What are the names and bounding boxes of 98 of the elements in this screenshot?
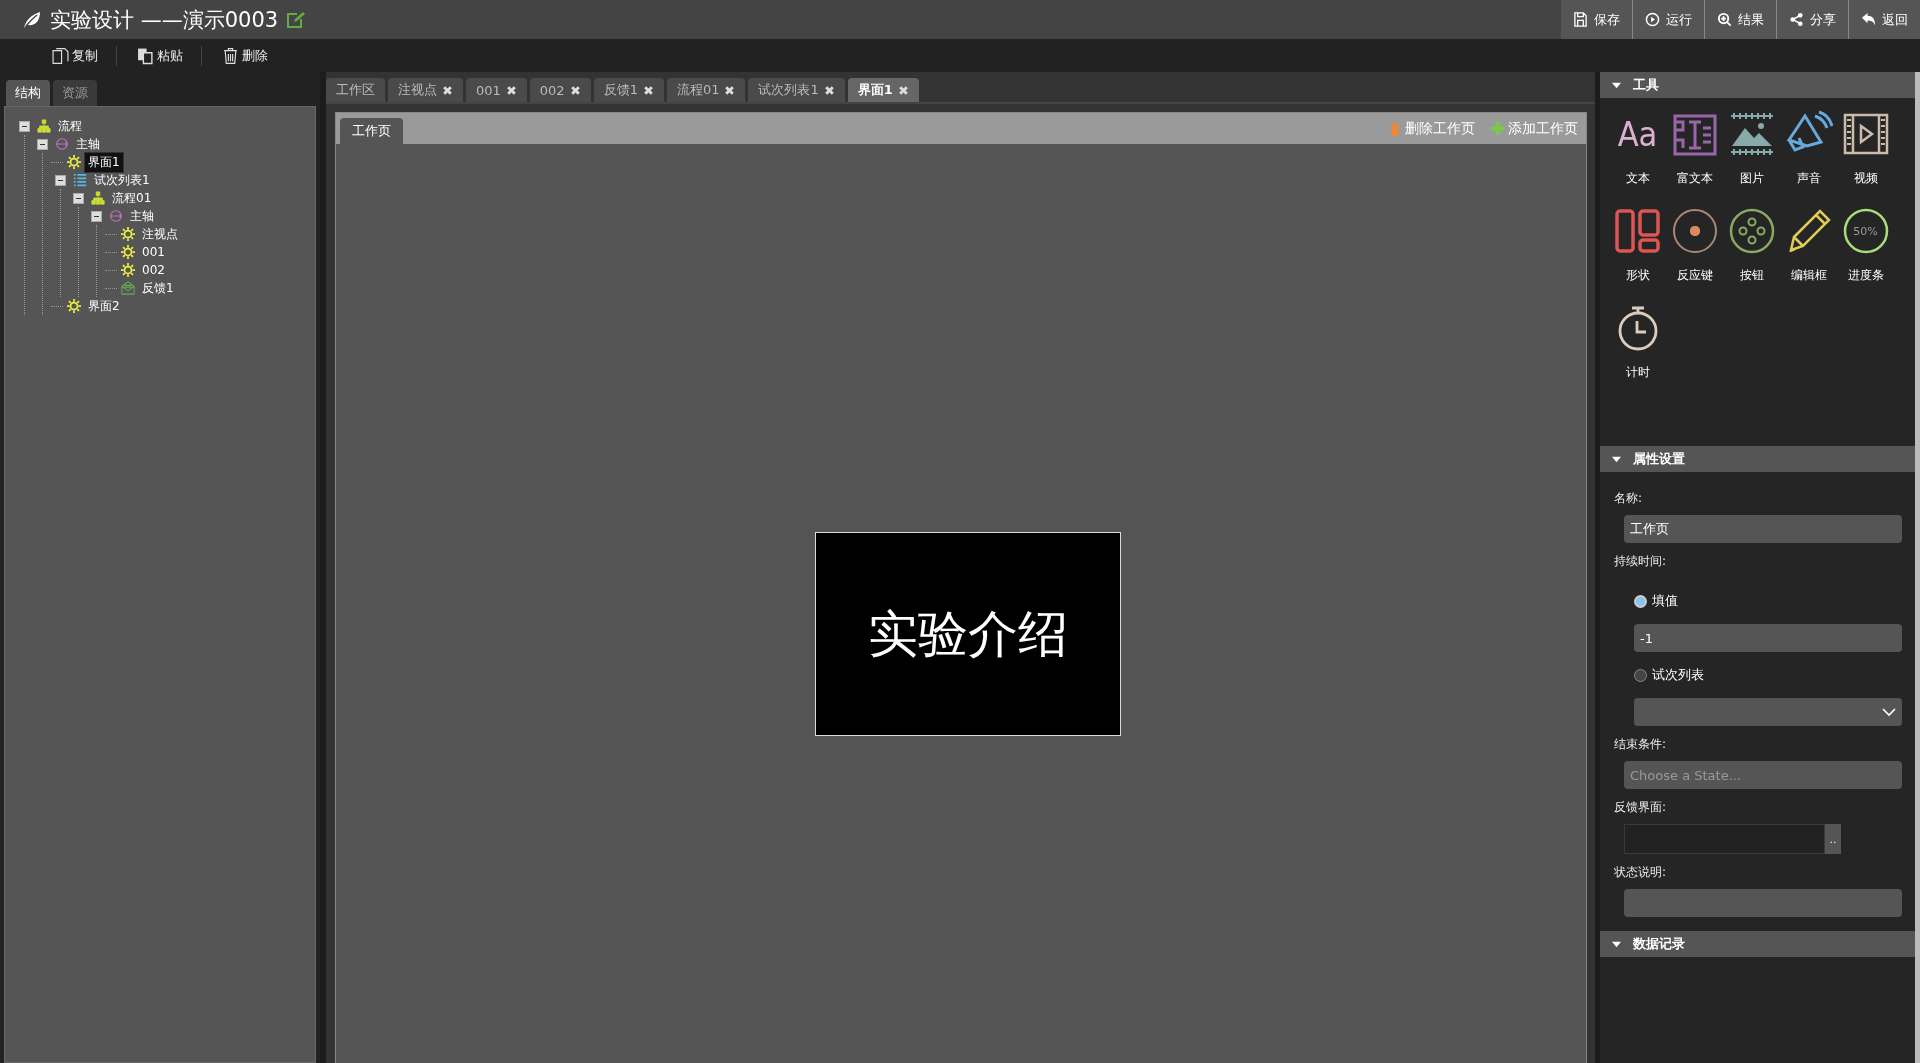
browse-button[interactable]: .. [1825,824,1841,854]
close-icon[interactable] [724,84,736,96]
target-icon [1670,207,1719,255]
icon-text: 50% [1853,224,1878,238]
close-icon[interactable] [442,84,453,96]
trash-icon [1389,121,1401,136]
editor-tab[interactable]: 流程01 [666,78,746,102]
tool-button[interactable]: Aa 文本 [1609,110,1666,187]
list-icon [73,173,87,187]
tool-button[interactable]: 图片 [1723,110,1780,187]
copy-button[interactable]: 复制 [46,46,112,65]
tool-button[interactable]: 反应键 [1666,207,1723,284]
tool-button[interactable]: 计时 [1609,304,1666,381]
tree-item[interactable]: 主轴 [73,134,103,154]
editor-tab[interactable]: 界面1 [847,78,919,102]
tree-item[interactable]: 002 [139,262,168,278]
caret-down-icon [1612,454,1621,464]
section-header[interactable]: 属性设置 [1600,446,1915,472]
state-note-field[interactable] [1624,889,1902,917]
progress-ring-icon [1841,207,1890,255]
sun-icon [67,155,81,169]
collapse-toggle[interactable] [73,192,84,204]
tool-button[interactable]: 形状 [1609,207,1666,284]
field-label: 反馈界面: [1614,799,1668,816]
close-icon[interactable] [823,84,835,96]
tool-button[interactable]: 视频 [1837,110,1894,187]
tool-button[interactable]: 按钮 [1723,207,1780,284]
zoom-in-icon [1717,12,1732,27]
caret-down-icon [1612,939,1621,949]
panel-tab[interactable]: 结构 [6,80,50,106]
field-label: 名称: [1614,490,1644,507]
envelope-icon [121,281,135,295]
section-header[interactable]: 工具 [1600,72,1915,98]
radio-option[interactable]: 填值 [1634,592,1902,610]
field-label: 结束条件: [1614,736,1668,753]
panel-tab[interactable]: 资源 [53,80,97,106]
tree-item[interactable]: 试次列表1 [91,170,153,190]
delete-button[interactable]: 删除 [216,46,282,65]
shapes-icon [1613,207,1662,255]
editor-tab[interactable]: 试次列表1 [748,78,845,102]
paste-icon [137,46,154,65]
tool-button[interactable]: 50% 进度条 [1837,207,1894,284]
radio-button[interactable] [1634,594,1647,608]
tree-item[interactable]: 注视点 [139,224,181,244]
radio-option[interactable]: 试次列表 [1634,666,1902,684]
chevron-down-icon [1882,707,1896,717]
tree-item[interactable]: 001 [139,244,168,260]
tree-item[interactable]: 界面2 [85,296,123,316]
name-field[interactable]: 工作页 [1624,515,1902,543]
share-icon [1789,12,1804,27]
collapse-toggle[interactable] [55,174,66,186]
trash-icon [222,46,239,65]
leaf-icon [22,10,42,29]
round-button-icon [1727,207,1776,255]
edit-icon[interactable] [286,10,307,29]
close-icon[interactable] [569,84,581,96]
copy-icon [52,46,69,65]
editor-tab[interactable]: 反馈1 [593,78,664,102]
close-icon[interactable] [642,84,654,96]
collapse-toggle[interactable] [91,210,102,222]
feedback-screen-field[interactable] [1624,824,1825,854]
section-header[interactable]: 数据记录 [1600,931,1915,957]
save-icon [1573,12,1588,27]
caret-down-icon [1612,80,1621,90]
tree-item[interactable]: 流程01 [109,188,155,208]
radio-button[interactable] [1634,668,1647,682]
hierarchy-icon [91,191,105,205]
tool-button[interactable]: 声音 [1780,110,1837,187]
tree-item[interactable]: 界面1 [85,152,123,172]
window-title: 实验设计 ——演示0003 [50,6,279,34]
editor-tab[interactable]: 002 [529,78,591,102]
stimulus-screen: 实验介绍 [815,532,1121,736]
sun-icon [121,263,135,277]
paste-button[interactable]: 粘贴 [131,46,197,65]
field-label: 状态说明: [1614,864,1668,881]
play-icon [1645,12,1660,27]
collapse-toggle[interactable] [19,120,30,132]
sun-icon [67,299,81,313]
icon-text: Aa [1617,114,1658,154]
tool-button[interactable]: 编辑框 [1780,207,1837,284]
tree-item[interactable]: 反馈1 [139,278,177,298]
plus-icon [1491,122,1504,135]
tree-item[interactable]: 主轴 [127,206,157,226]
tree-item[interactable]: 流程 [55,116,85,136]
close-icon[interactable] [897,84,909,96]
collapse-toggle[interactable] [37,138,48,150]
editor-tab[interactable]: 001 [466,78,527,102]
tool-button[interactable]: 富文本 [1666,110,1723,187]
editor-tab[interactable]: 注视点 [388,78,463,102]
sun-icon [121,245,135,259]
duration-field[interactable]: -1 [1634,624,1902,652]
field-label: 持续时间: [1614,553,1668,570]
close-icon[interactable] [505,84,517,96]
sun-icon [121,227,135,241]
page-tab[interactable]: 工作页 [340,118,403,144]
hierarchy-icon [37,119,51,133]
reply-arrow-icon [1861,12,1876,27]
editor-tab[interactable]: 工作区 [326,78,385,102]
